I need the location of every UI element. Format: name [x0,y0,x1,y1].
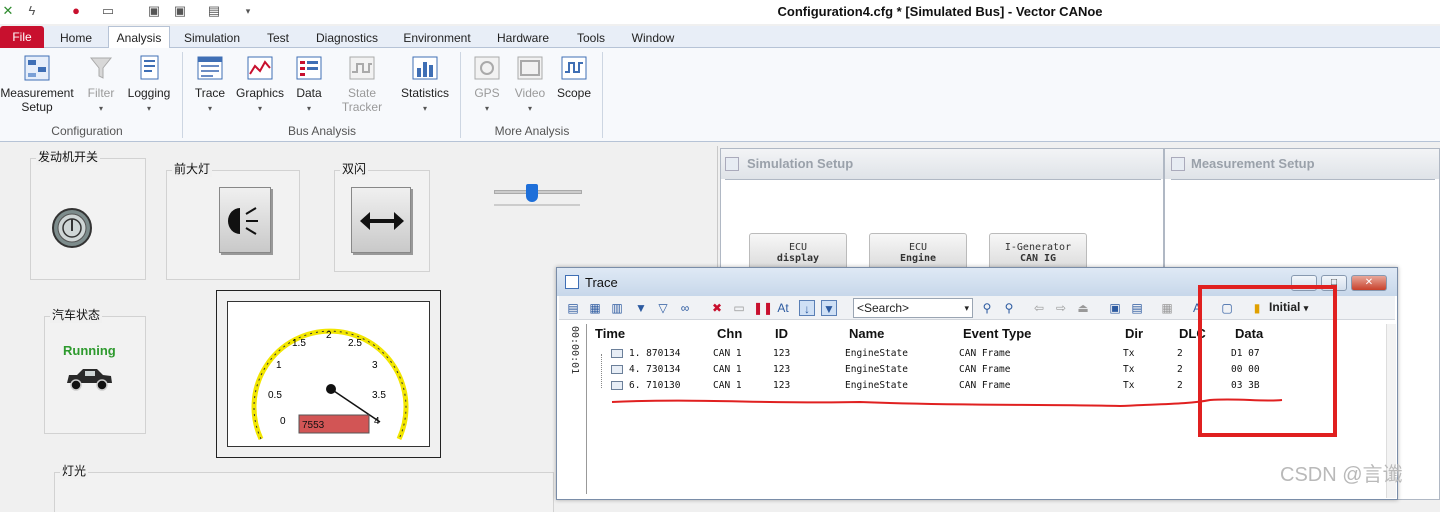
watermark: CSDN @言谶 [1280,464,1403,486]
annotation-overlay [611,285,1337,437]
red-underline-annotation [611,398,1283,408]
red-box-annotation [1198,285,1337,437]
